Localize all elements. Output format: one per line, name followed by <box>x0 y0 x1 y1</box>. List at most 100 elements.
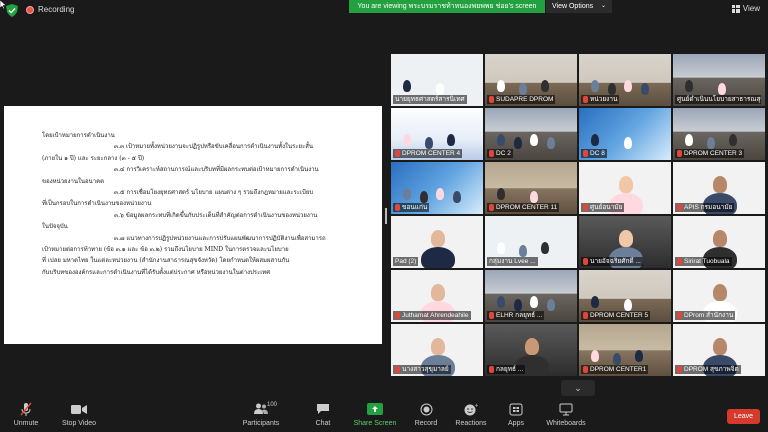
participant-tile[interactable]: DPROM CENTER1 <box>579 324 671 376</box>
participant-tile[interactable]: DPROM CENTER 4 <box>391 108 483 160</box>
participant-name: DProm สำนักงาน <box>684 312 734 319</box>
participant-name: ELHR กลยุทธ์ ... <box>496 312 543 319</box>
participant-figure <box>513 137 522 149</box>
unmute-button[interactable]: Unmute <box>6 401 46 431</box>
chat-button[interactable]: Chat <box>310 401 336 431</box>
participant-tile[interactable]: Juthamat Ahrendeahile <box>391 270 483 322</box>
apps-button[interactable]: Apps <box>503 401 529 431</box>
microphone-muted-icon <box>489 312 494 319</box>
participant-name: นายยุทธศาสตร์สารนิเทศ <box>395 96 465 103</box>
stop-video-label: Stop Video <box>61 420 97 427</box>
participant-tile[interactable]: กลยุทธ์ ... <box>485 324 577 376</box>
participant-tile[interactable]: ศูนย์อนามัย <box>579 162 671 214</box>
participant-figure <box>530 191 538 203</box>
view-button[interactable]: View <box>731 4 760 13</box>
participant-name: DC 8 <box>590 150 605 157</box>
participant-tile[interactable]: DPROM CENTER 11 <box>485 162 577 214</box>
record-button[interactable]: Record <box>410 401 442 431</box>
participant-name: กลุ่มงาน Lvee ... <box>489 258 536 265</box>
participant-name-tag: DC 2 <box>487 149 513 158</box>
participant-name-tag: DProm สำนักงาน <box>675 311 736 320</box>
participant-figure <box>619 230 633 247</box>
participant-name-tag: DPROM CENTER 5 <box>581 311 651 320</box>
participant-name: หน่วยงาน <box>590 96 618 103</box>
view-label: View <box>742 4 760 13</box>
microphone-muted-icon <box>395 312 400 319</box>
participant-figure <box>707 137 715 149</box>
stop-video-button[interactable]: Stop Video <box>57 401 101 431</box>
apps-grid-icon <box>509 401 523 417</box>
participant-name: นายอัจฉริยศักดิ์ ... <box>590 258 641 265</box>
participant-figure <box>530 296 538 308</box>
reactions-button[interactable]: + Reactions <box>452 401 490 431</box>
participant-figure <box>546 137 555 149</box>
participant-tile[interactable]: DPROM สุขภาพจิต <box>673 324 765 376</box>
whiteboards-button[interactable]: Whiteboards <box>543 401 589 431</box>
participant-tile[interactable]: DC 2 <box>485 108 577 160</box>
participant-name: Pad (2) <box>395 258 417 265</box>
participant-tile[interactable]: ขอนแก่น <box>391 162 483 214</box>
participant-tile[interactable]: Sirirat Tuobuala <box>673 216 765 268</box>
participant-tile[interactable]: DProm สำนักงาน <box>673 270 765 322</box>
document-line: เป้าหมายต่อการท้าทาย (ข้อ ๓.๑ และ ข้อ ๓.… <box>42 246 289 254</box>
microphone-muted-icon <box>489 366 494 373</box>
participant-tile[interactable]: นางสาวสุขุมาลย์ <box>391 324 483 376</box>
participant-tile[interactable]: DPROM CENTER 3 <box>673 108 765 160</box>
microphone-muted-icon <box>489 150 494 157</box>
participant-figure <box>431 284 445 301</box>
leave-meeting-button[interactable]: Leave <box>727 409 760 424</box>
participant-name-tag: DPROM CENTER 3 <box>675 149 745 158</box>
microphone-muted-icon <box>395 204 400 211</box>
apps-label: Apps <box>508 420 524 427</box>
participant-tile[interactable]: นายอัจฉริยศักดิ์ ... <box>579 216 671 268</box>
participant-figure <box>546 299 555 311</box>
participant-name: DPROM CENTER1 <box>590 366 647 373</box>
participant-name-tag: นายอัจฉริยศักดิ์ ... <box>581 257 643 266</box>
participant-figure <box>513 299 522 311</box>
microphone-muted-icon <box>583 150 588 157</box>
microphone-muted-icon <box>583 366 588 373</box>
microphone-muted-icon <box>583 96 588 103</box>
participant-figure <box>713 176 727 193</box>
participant-gallery: นายยุทธศาสตร์สารนิเทศ SUDAPRE DPROM หน่วยง… <box>391 54 767 380</box>
participant-name-tag: APIS กรมอนามัย <box>675 203 735 212</box>
chat-bubble-icon <box>316 401 330 417</box>
participant-name: Sirirat Tuobuala <box>684 258 730 265</box>
participant-tile[interactable]: ELHR กลยุทธ์ ... <box>485 270 577 322</box>
participant-tile[interactable]: APIS กรมอนามัย <box>673 162 765 214</box>
security-shield-icon[interactable] <box>6 4 18 17</box>
participant-figure <box>419 191 428 203</box>
participant-figure <box>591 80 599 92</box>
view-options-button[interactable]: View Options ⌄ <box>546 0 612 13</box>
participant-tile[interactable]: หน่วยงาน <box>579 54 671 106</box>
participant-figure <box>530 134 538 146</box>
document-line: ๓.๕ การเชื่อมโยงยุทธศาสตร์ นโยบาย แผนต่า… <box>114 189 314 197</box>
document-line: ในปัจจุบัน <box>42 223 68 231</box>
participant-name-tag: Juthamat Ahrendeahile <box>393 311 471 320</box>
participant-figure <box>497 188 505 200</box>
participant-tile[interactable]: นายยุทธศาสตร์สารนิเทศ <box>391 54 483 106</box>
participant-tile[interactable]: กลุ่มงาน Lvee ... <box>485 216 577 268</box>
gallery-scroll-down-button[interactable]: ⌄ <box>561 380 595 396</box>
participant-name: DC 2 <box>496 150 511 157</box>
participant-name: กลยุทธ์ ... <box>496 366 524 373</box>
participant-tile[interactable]: Pad (2) <box>391 216 483 268</box>
participant-figure <box>431 338 445 355</box>
participant-figure <box>403 80 411 92</box>
participant-body <box>421 247 455 268</box>
microphone-muted-icon <box>583 258 588 265</box>
participant-figure <box>519 245 527 257</box>
microphone-muted-icon <box>489 96 494 103</box>
participant-tile[interactable]: DC 8 <box>579 108 671 160</box>
participant-figure <box>729 134 737 146</box>
participant-figure <box>613 353 621 365</box>
participant-tile[interactable]: SUDAPRE DPROM <box>485 54 577 106</box>
participant-name: DPROM CENTER 3 <box>684 150 743 157</box>
participant-tile[interactable]: DPROM CENTER 5 <box>579 270 671 322</box>
resize-splitter-handle[interactable] <box>385 208 387 224</box>
recording-indicator[interactable]: Recording <box>26 5 74 14</box>
participant-tile[interactable]: ศูนย์ดำเนินนโยบายสาธารณสุข <box>673 54 765 106</box>
share-screen-button[interactable]: Share Screen <box>352 401 398 431</box>
participant-figure <box>497 242 505 254</box>
participants-button[interactable]: 100 Participants <box>240 401 282 431</box>
